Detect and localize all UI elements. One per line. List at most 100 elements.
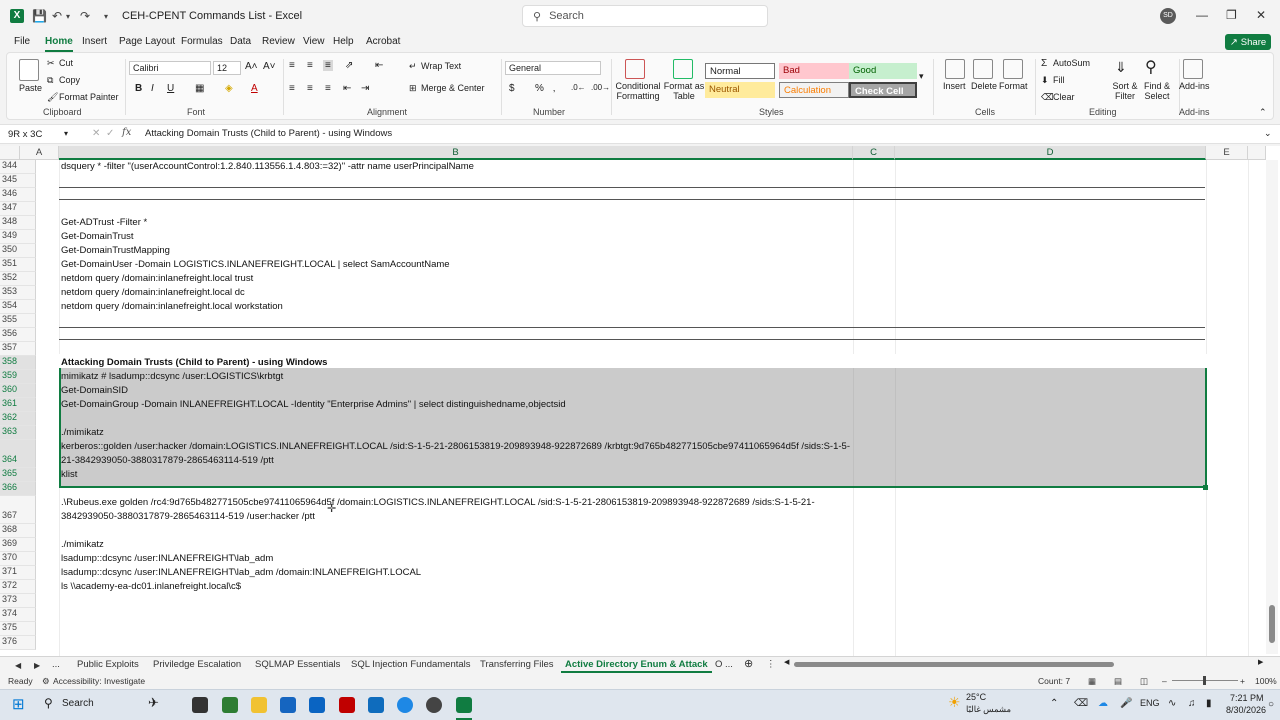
tab-home[interactable]: Home bbox=[45, 36, 73, 52]
sheet-tab[interactable]: SQLMAP Essentials bbox=[255, 659, 340, 670]
horizontal-scrollbar[interactable]: ◀ ▶ bbox=[784, 658, 1268, 668]
cell-b349[interactable]: Get-DomainTrust bbox=[61, 231, 134, 242]
confirm-entry-icon[interactable]: ✓ bbox=[106, 128, 114, 139]
cell-b360[interactable]: Get-DomainSID bbox=[61, 385, 128, 396]
row-header[interactable]: 351 bbox=[0, 258, 36, 272]
battery-icon[interactable]: ▮ bbox=[1206, 698, 1212, 709]
column-header-b[interactable]: B bbox=[59, 146, 853, 160]
row-header[interactable]: 360 bbox=[0, 384, 36, 398]
share-button[interactable]: ↗ Share bbox=[1225, 34, 1271, 50]
column-header-d[interactable]: D bbox=[895, 146, 1206, 160]
name-box[interactable]: 9R x 3C bbox=[6, 127, 72, 142]
cell-b364[interactable]: kerberos::golden /user:hacker /domain:LO… bbox=[61, 440, 856, 468]
row-header[interactable]: 359 bbox=[0, 370, 36, 384]
decrease-font-icon[interactable]: A˅ bbox=[263, 61, 276, 72]
addins-icon[interactable] bbox=[1183, 59, 1203, 79]
show-hidden-icons[interactable]: ⌃ bbox=[1050, 698, 1058, 709]
file-explorer-icon[interactable] bbox=[251, 697, 267, 713]
format-painter-icon[interactable]: 🖌 bbox=[47, 92, 58, 103]
font-size-dropdown[interactable]: 12 bbox=[213, 61, 241, 75]
paste-icon[interactable] bbox=[19, 59, 39, 81]
scroll-right-icon[interactable]: ▶ bbox=[1258, 658, 1263, 666]
insert-function-icon[interactable]: fx bbox=[122, 127, 131, 138]
row-header[interactable]: 376 bbox=[0, 636, 36, 650]
insert-cells-icon[interactable] bbox=[945, 59, 965, 79]
tab-review[interactable]: Review bbox=[262, 36, 295, 47]
cancel-entry-icon[interactable]: ✕ bbox=[92, 128, 100, 139]
cell-b367[interactable]: .\Rubeus.exe golden /rc4:9d765b482771505… bbox=[61, 496, 821, 524]
undo-icon[interactable]: ↶ bbox=[52, 9, 62, 23]
search-box[interactable]: ⚲ Search bbox=[522, 5, 768, 27]
undo-dropdown-icon[interactable]: ▾ bbox=[66, 12, 70, 21]
windows-start-icon[interactable]: ⊞ bbox=[12, 695, 25, 713]
align-bottom-icon[interactable]: ≡ bbox=[323, 60, 333, 71]
addins-button[interactable]: Add-ins bbox=[1179, 81, 1210, 91]
next-sheet-icon[interactable]: ▶ bbox=[34, 661, 40, 670]
worksheet[interactable]: A B C D E 344 dsquery * -filter "(userAc… bbox=[0, 146, 1280, 656]
row-header[interactable]: 358 bbox=[0, 356, 36, 370]
style-bad[interactable]: Bad bbox=[779, 63, 849, 79]
weather-description[interactable]: مشمس غالبًا bbox=[966, 704, 1011, 715]
page-layout-view-icon[interactable]: ▤ bbox=[1114, 676, 1122, 687]
zoom-in-icon[interactable]: + bbox=[1240, 676, 1245, 686]
cell-b372[interactable]: ls \\academy-ea-dc01.inlanefreight.local… bbox=[61, 581, 241, 592]
indent-direction-icon[interactable]: ⇤ bbox=[375, 60, 383, 71]
column-header-a[interactable]: A bbox=[20, 146, 59, 160]
styles-more-icon[interactable]: ▾ bbox=[919, 71, 924, 82]
row-header[interactable]: 374 bbox=[0, 608, 36, 622]
formula-input[interactable]: Attacking Domain Trusts (Child to Parent… bbox=[145, 128, 392, 139]
store-icon[interactable] bbox=[280, 697, 296, 713]
vertical-scroll-thumb[interactable] bbox=[1269, 605, 1275, 643]
cell-b351[interactable]: Get-DomainUser -Domain LOGISTICS.INLANEF… bbox=[61, 259, 450, 270]
paste-button[interactable]: Paste bbox=[19, 83, 42, 93]
cell-b363[interactable]: ./mimikatz bbox=[61, 427, 104, 438]
decrease-decimal-icon[interactable]: .00→ bbox=[591, 83, 610, 92]
find-select-icon[interactable]: ⚲ bbox=[1145, 57, 1157, 77]
wifi-icon[interactable]: ∿ bbox=[1168, 698, 1176, 709]
cell-b358[interactable]: Attacking Domain Trusts (Child to Parent… bbox=[61, 357, 327, 368]
zoom-level[interactable]: 100% bbox=[1255, 676, 1277, 686]
clock-date[interactable]: 8/30/2026 bbox=[1226, 705, 1266, 715]
tab-file[interactable]: File bbox=[14, 36, 30, 47]
cell-b361[interactable]: Get-DomainGroup -Domain INLANEFREIGHT.LO… bbox=[61, 399, 566, 410]
copy-button[interactable]: Copy bbox=[59, 75, 80, 85]
row-header[interactable]: 349 bbox=[0, 230, 36, 244]
align-middle-icon[interactable]: ≡ bbox=[307, 60, 313, 71]
format-painter-button[interactable]: Format Painter bbox=[59, 92, 119, 102]
percent-icon[interactable]: % bbox=[535, 83, 544, 94]
sheet-tab[interactable]: Public Exploits bbox=[77, 659, 139, 670]
font-name-dropdown[interactable]: Calibri bbox=[129, 61, 211, 75]
fill-handle[interactable] bbox=[1203, 485, 1208, 490]
merge-center-button[interactable]: Merge & Center bbox=[421, 83, 485, 93]
clock-time[interactable]: 7:21 PM bbox=[1230, 693, 1264, 703]
row-header[interactable]: 366 bbox=[0, 482, 36, 496]
delete-cells-button[interactable]: Delete bbox=[971, 81, 997, 91]
row-header[interactable]: 348 bbox=[0, 216, 36, 230]
currency-icon[interactable]: $ bbox=[509, 83, 515, 94]
align-left-icon[interactable]: ≡ bbox=[289, 83, 295, 94]
collapse-ribbon-icon[interactable]: ⌃ bbox=[1259, 107, 1267, 118]
cell-b354[interactable]: netdom query /domain:inlanefreight.local… bbox=[61, 301, 283, 312]
borders-icon[interactable]: ▦ bbox=[195, 83, 204, 94]
row-header[interactable]: 356 bbox=[0, 328, 36, 342]
row-header[interactable]: 370 bbox=[0, 552, 36, 566]
horizontal-scroll-thumb[interactable] bbox=[794, 662, 1114, 667]
close-icon[interactable]: ✕ bbox=[1256, 8, 1266, 22]
increase-font-icon[interactable]: A˄ bbox=[245, 61, 258, 72]
cell-b369[interactable]: ./mimikatz bbox=[61, 539, 104, 550]
taskbar-search[interactable]: Search bbox=[62, 698, 94, 709]
row-header[interactable]: 347 bbox=[0, 202, 36, 216]
sheet-tab[interactable]: Transferring Files bbox=[480, 659, 554, 670]
tab-page-layout[interactable]: Page Layout bbox=[119, 36, 175, 47]
format-cells-button[interactable]: Format bbox=[999, 81, 1028, 91]
row-header[interactable]: 352 bbox=[0, 272, 36, 286]
sort-filter-icon[interactable]: ⇓ bbox=[1115, 59, 1127, 76]
onedrive-icon[interactable]: ☁ bbox=[1098, 698, 1108, 709]
row-header[interactable]: 354 bbox=[0, 300, 36, 314]
name-box-dropdown-icon[interactable]: ▾ bbox=[64, 129, 68, 138]
row-header[interactable]: 371 bbox=[0, 566, 36, 580]
italic-icon[interactable]: I bbox=[151, 83, 154, 94]
cell-b371[interactable]: lsadump::dcsync /user:INLANEFREIGHT\lab_… bbox=[61, 567, 421, 578]
align-center-icon[interactable]: ≡ bbox=[307, 83, 313, 94]
zoom-slider-thumb[interactable] bbox=[1203, 676, 1206, 685]
